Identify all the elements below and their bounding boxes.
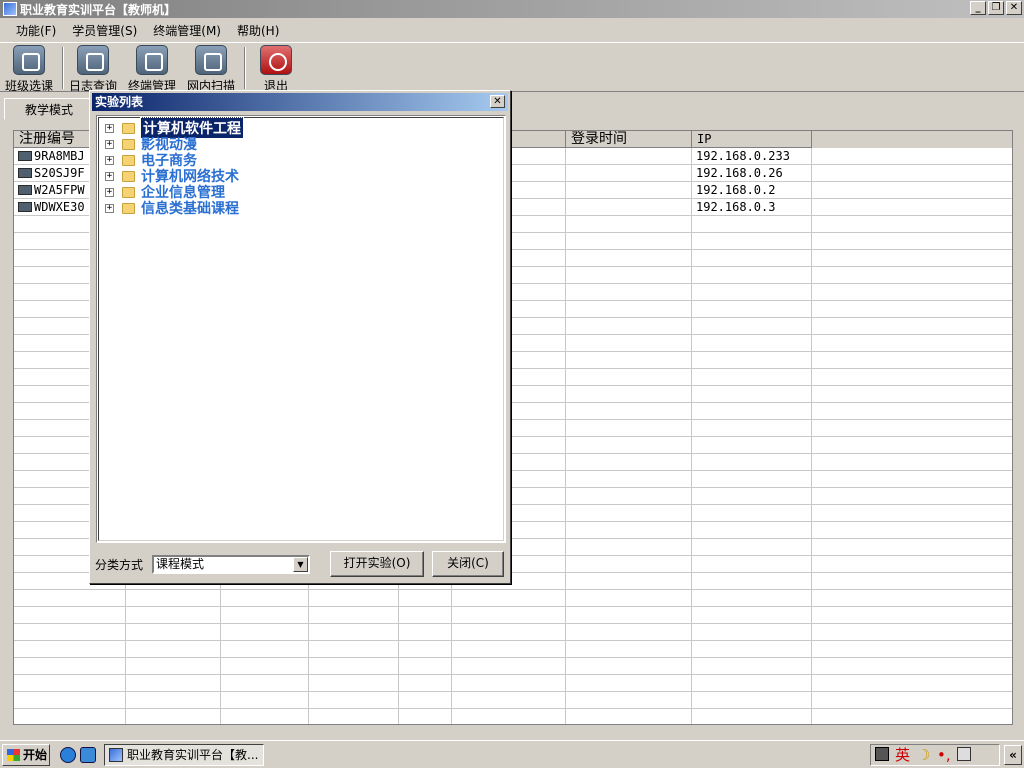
soft-keyboard-icon[interactable] (957, 747, 971, 761)
tray-expand-button[interactable]: « (1004, 745, 1022, 765)
window-controls: _ ❐ ✕ (970, 1, 1022, 15)
minimize-button[interactable]: _ (970, 1, 986, 15)
folder-icon (122, 170, 135, 182)
ie-icon[interactable] (60, 747, 76, 763)
folder-icon (122, 122, 135, 134)
reg-id-text: S20SJ9F (34, 166, 85, 180)
ime-language-indicator[interactable]: 英 (895, 747, 910, 763)
start-label: 开始 (23, 748, 48, 762)
open-experiment-button[interactable]: 打开实验(O) (330, 551, 424, 577)
computer-icon (18, 151, 32, 161)
terminal-manage-icon (136, 45, 168, 75)
dialog-titlebar: 实验列表 ✕ (92, 93, 508, 111)
category-select[interactable]: 课程模式 ▼ (152, 555, 310, 574)
toolbar: 班级选课 日志查询 终端管理 网内扫描 退出 (0, 42, 1024, 93)
reg-id-text: W2A5FPW (34, 183, 85, 197)
menu-student-manage[interactable]: 学员管理(S) (64, 22, 145, 39)
exit-button[interactable]: 退出 (247, 45, 305, 93)
dialog-close-icon[interactable]: ✕ (490, 95, 505, 108)
expand-plus-icon[interactable]: + (105, 187, 114, 197)
punctuation-icon[interactable]: •, (937, 747, 951, 763)
network-scan-icon (195, 45, 227, 75)
log-query-icon (77, 45, 109, 75)
reg-id-text: 9RA8MBJ (34, 149, 85, 163)
app-icon (109, 748, 123, 762)
expand-plus-icon[interactable]: + (105, 171, 114, 181)
restore-button[interactable]: ❐ (988, 1, 1004, 15)
computer-icon (18, 202, 32, 212)
category-value: 课程模式 (156, 557, 205, 571)
network-scan-button[interactable]: 网内扫描 (182, 45, 240, 93)
computer-icon (18, 168, 32, 178)
show-desktop-icon[interactable] (80, 747, 96, 763)
folder-icon (122, 154, 135, 166)
keyboard-icon[interactable] (875, 747, 889, 761)
tree-frame: + 计算机软件工程 + 影视动漫 + 电子商务 + 计算机网络技术 + 企业信息… (98, 117, 504, 541)
menu-function[interactable]: 功能(F) (8, 22, 64, 39)
log-query-button[interactable]: 日志查询 (64, 45, 122, 93)
class-select-icon (13, 45, 45, 75)
close-window-button[interactable]: ✕ (1006, 1, 1022, 15)
ip-cell: 192.168.0.2 (696, 183, 776, 197)
windows-logo-icon (7, 749, 20, 761)
folder-icon (122, 202, 135, 214)
terminal-manage-button[interactable]: 终端管理 (123, 45, 181, 93)
expand-plus-icon[interactable]: + (105, 123, 114, 133)
tree-node-label[interactable]: 信息类基础课程 (141, 198, 239, 218)
window-title: 职业教育实训平台【教师机】 (20, 2, 177, 17)
taskbar: 开始 职业教育实训平台【教... 英 ☽ •, « (0, 740, 1024, 768)
folder-icon (122, 138, 135, 150)
exit-icon (260, 45, 292, 75)
system-tray: 英 ☽ •, (870, 744, 1000, 766)
column-header-login-time[interactable]: 登录时间 (566, 131, 692, 148)
expand-plus-icon[interactable]: + (105, 203, 114, 213)
reg-id-text: WDWXE30 (34, 200, 85, 214)
taskbar-app-button[interactable]: 职业教育实训平台【教... (104, 744, 264, 766)
expand-plus-icon[interactable]: + (105, 155, 114, 165)
menu-terminal-manage[interactable]: 终端管理(M) (145, 22, 229, 39)
dialog-title: 实验列表 (95, 95, 144, 109)
menu-bar: 功能(F) 学员管理(S) 终端管理(M) 帮助(H) (0, 19, 1024, 41)
category-label: 分类方式 (95, 558, 144, 572)
chevron-down-icon[interactable]: ▼ (293, 557, 308, 572)
ip-cell: 192.168.0.26 (696, 166, 783, 180)
tree-node-info-basics[interactable]: + 信息类基础课程 (105, 198, 239, 218)
toolbar-separator (244, 47, 246, 89)
class-select-button[interactable]: 班级选课 (0, 45, 58, 93)
expand-plus-icon[interactable]: + (105, 139, 114, 149)
app-icon (3, 2, 17, 16)
column-header-ip[interactable]: IP (692, 131, 812, 148)
menu-help[interactable]: 帮助(H) (229, 22, 287, 39)
dialog-footer: 分类方式 课程模式 ▼ 打开实验(O) 关闭(C) (90, 551, 510, 581)
window-titlebar: 职业教育实训平台【教师机】 _ ❐ ✕ (0, 0, 1024, 18)
experiment-list-dialog: 实验列表 ✕ + 计算机软件工程 + 影视动漫 + 电子商务 + 计算机网络技术… (89, 90, 511, 584)
class-select-label: 班级选课 (4, 79, 53, 93)
ip-cell: 192.168.0.233 (696, 149, 790, 163)
start-button[interactable]: 开始 (2, 744, 50, 766)
experiment-tree[interactable]: + 计算机软件工程 + 影视动漫 + 电子商务 + 计算机网络技术 + 企业信息… (96, 115, 506, 543)
ip-cell: 192.168.0.3 (696, 200, 776, 214)
taskbar-app-label: 职业教育实训平台【教... (127, 748, 259, 762)
close-button[interactable]: 关闭(C) (432, 551, 504, 577)
tab-teaching-mode[interactable]: 教学模式 (4, 98, 94, 120)
folder-icon (122, 186, 135, 198)
computer-icon (18, 185, 32, 195)
moon-icon[interactable]: ☽ (917, 747, 930, 763)
